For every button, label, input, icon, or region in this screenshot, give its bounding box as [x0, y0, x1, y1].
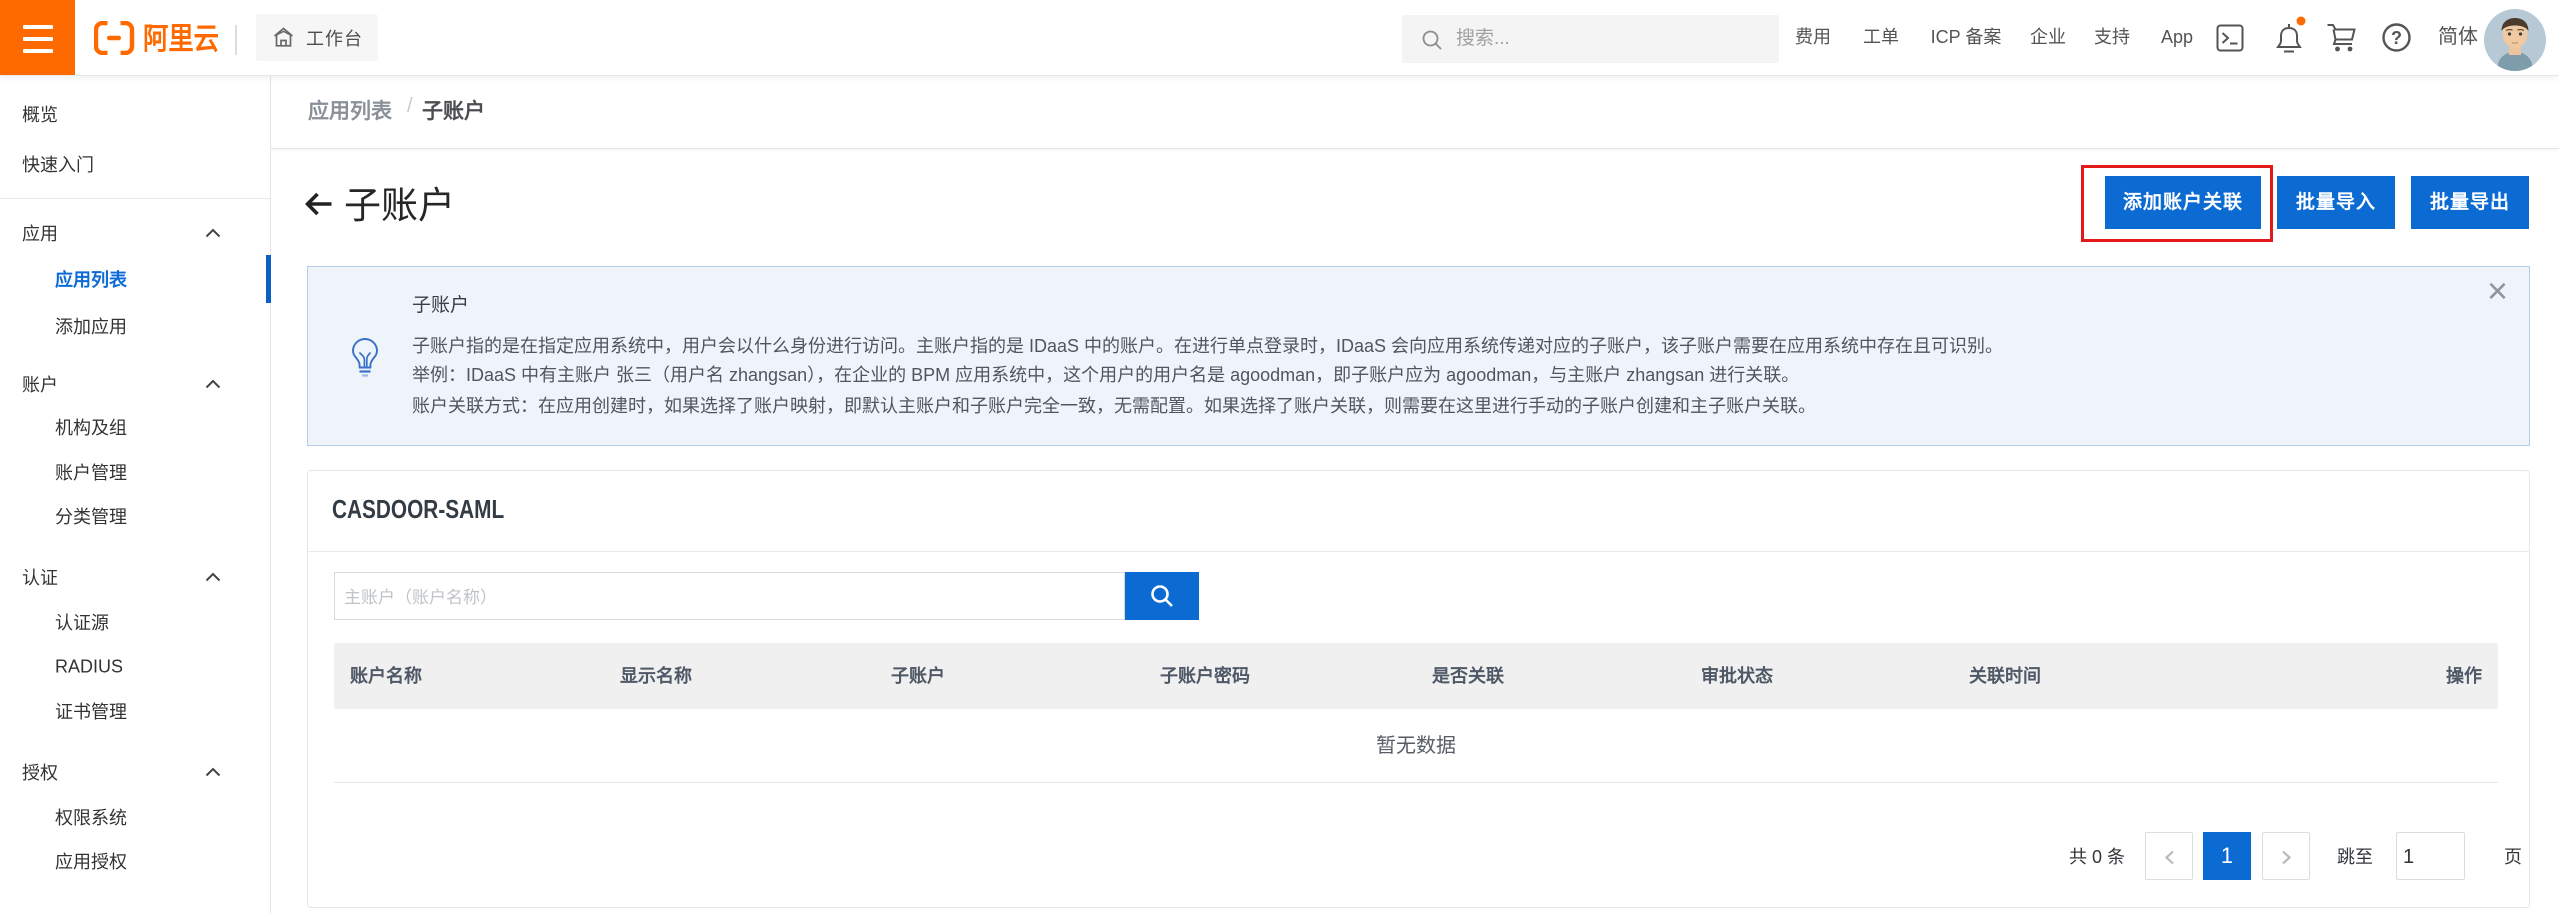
svg-text:?: ?	[2391, 28, 2402, 48]
svg-text:阿里云: 阿里云	[143, 23, 219, 55]
